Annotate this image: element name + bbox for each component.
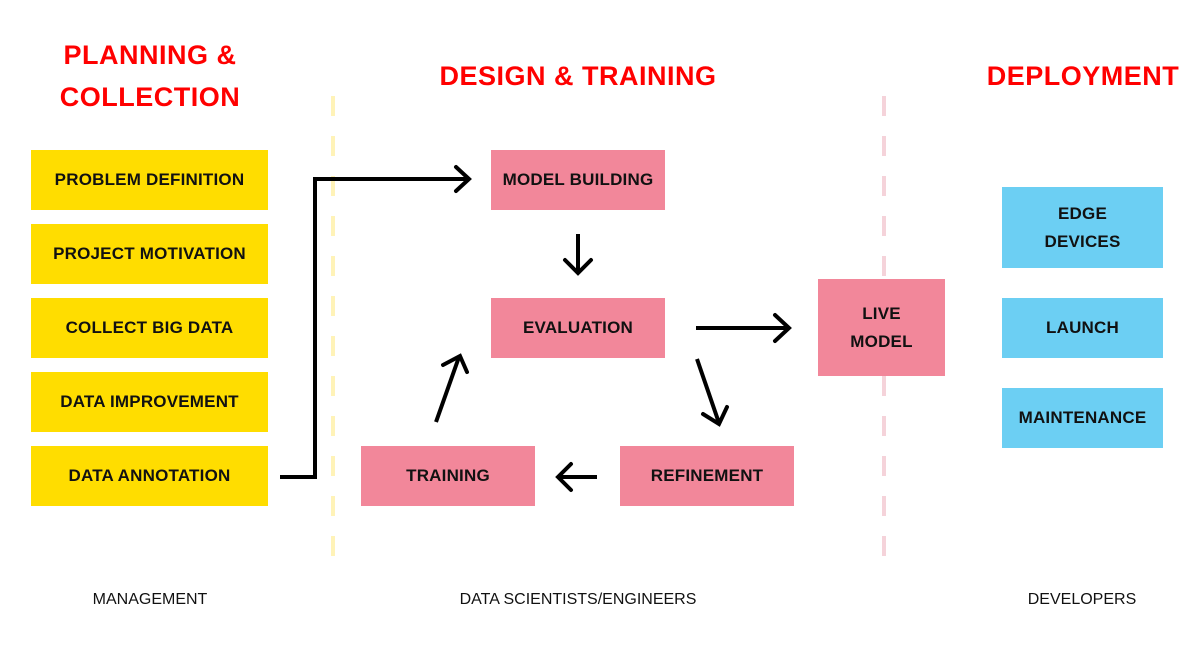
divider-planning-design xyxy=(331,96,335,572)
planning-heading-line1: PLANNING & xyxy=(63,40,237,70)
node-refinement[interactable]: REFINEMENT xyxy=(620,446,794,506)
arrow-refinement-to-training xyxy=(555,462,597,492)
live-model-line2: MODEL xyxy=(850,331,913,351)
live-model-line1: LIVE xyxy=(862,303,901,323)
planning-item-data-improvement[interactable]: DATA IMPROVEMENT xyxy=(31,372,268,432)
arrow-training-to-evaluation xyxy=(434,353,469,423)
edge-devices-line1: EDGE xyxy=(1058,203,1107,223)
design-heading: DESIGN & TRAINING xyxy=(439,61,717,91)
deployment-item-maintenance[interactable]: MAINTENANCE xyxy=(1002,388,1163,448)
edge-devices-line2: DEVICES xyxy=(1044,231,1121,251)
arrow-evaluation-to-live-model xyxy=(696,313,792,343)
planning-item-collect-big-data[interactable]: COLLECT BIG DATA xyxy=(31,298,268,358)
planning-heading: PLANNING & COLLECTION xyxy=(30,34,270,118)
arrow-evaluation-to-refinement xyxy=(695,358,729,427)
planning-item-project-motivation[interactable]: PROJECT MOTIVATION xyxy=(31,224,268,284)
deployment-item-edge-devices[interactable]: EDGE DEVICES xyxy=(1002,187,1163,268)
arrow-model-building-to-evaluation xyxy=(563,234,593,276)
deployment-heading: DEPLOYMENT xyxy=(986,61,1180,91)
deployment-footer: DEVELOPERS xyxy=(1027,591,1137,608)
arrow-annotation-to-model-building xyxy=(280,165,472,479)
node-evaluation[interactable]: EVALUATION xyxy=(491,298,665,358)
planning-footer: MANAGEMENT xyxy=(92,591,208,608)
node-training[interactable]: TRAINING xyxy=(361,446,535,506)
design-footer: DATA SCIENTISTS/ENGINEERS xyxy=(459,591,697,608)
planning-item-problem-definition[interactable]: PROBLEM DEFINITION xyxy=(31,150,268,210)
planning-heading-line2: COLLECTION xyxy=(59,82,241,112)
planning-item-data-annotation[interactable]: DATA ANNOTATION xyxy=(31,446,268,506)
node-live-model[interactable]: LIVE MODEL xyxy=(818,279,945,376)
deployment-item-launch[interactable]: LAUNCH xyxy=(1002,298,1163,358)
node-model-building[interactable]: MODEL BUILDING xyxy=(491,150,665,210)
